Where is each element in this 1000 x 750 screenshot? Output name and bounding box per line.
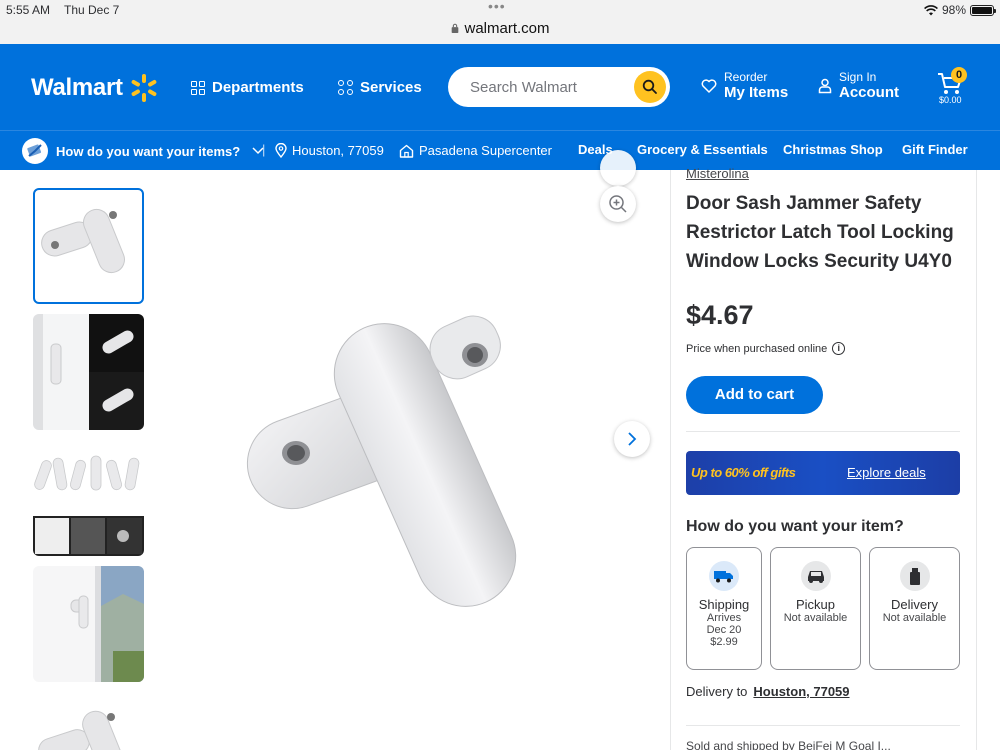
account-button[interactable]: Sign In Account (818, 70, 899, 102)
pickup-label: Pickup (795, 597, 836, 612)
shipping-date: Dec 20 (706, 624, 742, 636)
shipping-arrives: Arrives (706, 612, 742, 624)
thumbnail-4[interactable] (33, 566, 144, 682)
buybox-divider-right (976, 170, 977, 750)
heart-icon (701, 79, 717, 93)
delivery-option[interactable]: Delivery Not available (869, 547, 960, 670)
fulfillment-heading: How do you want your item? (686, 518, 904, 535)
product-main-image (246, 315, 517, 607)
price-note-text: Price when purchased online (686, 342, 828, 355)
product-price: $4.67 (686, 300, 754, 330)
delivery-location-link[interactable]: Houston, 77059 (753, 684, 849, 699)
walmart-logo[interactable]: Walmart (31, 73, 159, 103)
delivery-availability: Not available (882, 612, 947, 624)
delivery-to-label: Delivery to (686, 684, 748, 699)
next-image-button[interactable] (614, 421, 650, 457)
search-button[interactable] (634, 71, 666, 103)
services-label: Services (360, 79, 422, 96)
pickup-availability: Not available (783, 612, 848, 624)
location-button[interactable]: Houston, 77059 (275, 143, 384, 158)
seller-info: Sold and shipped by BeiFei M Goal I... (686, 739, 891, 750)
store-label: Pasadena Supercenter (419, 143, 552, 158)
url-bar[interactable]: walmart.com (0, 20, 1000, 44)
zoom-button[interactable] (600, 186, 636, 222)
reorder-small-label: Reorder (724, 70, 768, 84)
search-bar (448, 67, 670, 107)
subnav-separator: | (262, 142, 266, 157)
url-domain: walmart.com (464, 20, 550, 37)
seller-text: Sold and shipped by BeiFei M Goal I... (686, 739, 891, 750)
lock-icon (452, 23, 459, 34)
more-dots-icon[interactable]: ••• (488, 0, 506, 14)
info-icon[interactable]: i (832, 342, 846, 355)
buybox-divider-left (670, 170, 671, 750)
truck-icon (709, 561, 739, 591)
search-input[interactable] (470, 76, 630, 98)
fulfillment-selector[interactable]: How do you want your items? (22, 138, 264, 164)
store-button[interactable]: Pasadena Supercenter (399, 143, 552, 158)
grocery-link[interactable]: Grocery & Essentials (637, 142, 768, 157)
brand-link[interactable]: Misterolina (686, 166, 749, 181)
search-icon (642, 79, 657, 94)
promo-banner[interactable]: Up to 60% off gifts Explore deals (686, 451, 960, 495)
store-icon (399, 144, 414, 158)
zoom-in-icon (609, 195, 627, 213)
car-icon (800, 561, 831, 591)
delivery-to: Delivery to Houston, 77059 (686, 684, 850, 699)
divider (686, 431, 960, 432)
site-header: Walmart Departments Services Reorder (0, 44, 1000, 130)
pickup-option[interactable]: Pickup Not available (770, 547, 861, 670)
shipping-label: Shipping (698, 597, 750, 612)
cart-button[interactable]: 0 $0.00 (936, 67, 970, 108)
status-time: 5:55 AM (6, 3, 51, 17)
shipping-option[interactable]: Shipping Arrives Dec 20 $2.99 (686, 547, 762, 670)
fulfillment-question: How do you want your items? (56, 143, 241, 159)
status-right: 98% (924, 3, 996, 17)
fulfillment-icon (22, 138, 48, 164)
signin-big-label: Account (839, 84, 899, 101)
add-to-cart-button[interactable]: Add to cart (686, 376, 823, 414)
reorder-big-label: My Items (724, 84, 789, 101)
device-status-bar: 5:55 AM Thu Dec 7 ••• 98% (0, 0, 1000, 20)
departments-label: Departments (212, 79, 304, 96)
person-icon (818, 78, 832, 94)
product-title: Door Sash Jammer Safety Restrictor Latch… (686, 193, 954, 272)
battery-percent: 98% (941, 3, 966, 17)
thumbnail-2[interactable] (33, 314, 144, 430)
location-label: Houston, 77059 (292, 143, 384, 158)
grid-icon (191, 80, 205, 95)
spark-icon (131, 74, 157, 102)
cart-total: $0.00 (939, 95, 962, 105)
departments-button[interactable]: Departments (191, 79, 304, 96)
location-pin-icon (275, 143, 287, 158)
reorder-button[interactable]: Reorder My Items (701, 70, 788, 102)
delivery-label: Delivery (891, 597, 938, 612)
battery-icon (970, 4, 996, 16)
sub-navigation: How do you want your items? | Houston, 7… (0, 130, 1000, 170)
delivery-bag-icon (899, 561, 930, 591)
price-note: Price when purchased online i (686, 342, 846, 355)
status-date: Thu Dec 7 (64, 3, 120, 17)
thumbnail-3[interactable] (33, 440, 144, 556)
services-button[interactable]: Services (338, 79, 422, 96)
logo-text: Walmart (31, 74, 123, 101)
divider (686, 725, 960, 726)
thumbnail-1[interactable] (33, 188, 144, 304)
shipping-price: $2.99 (710, 636, 738, 648)
explore-deals-link[interactable]: Explore deals (847, 465, 926, 480)
cart-count-badge: 0 (951, 67, 967, 83)
wifi-icon (924, 4, 938, 15)
gift-finder-link[interactable]: Gift Finder (902, 142, 968, 157)
signin-small-label: Sign In (839, 70, 877, 84)
christmas-shop-link[interactable]: Christmas Shop (783, 142, 883, 157)
thumbnail-5[interactable] (33, 692, 144, 750)
view-more-button[interactable] (600, 150, 636, 186)
services-icon (338, 80, 353, 95)
promo-text: Up to 60% off gifts (691, 465, 796, 480)
chevron-right-icon (628, 432, 637, 446)
